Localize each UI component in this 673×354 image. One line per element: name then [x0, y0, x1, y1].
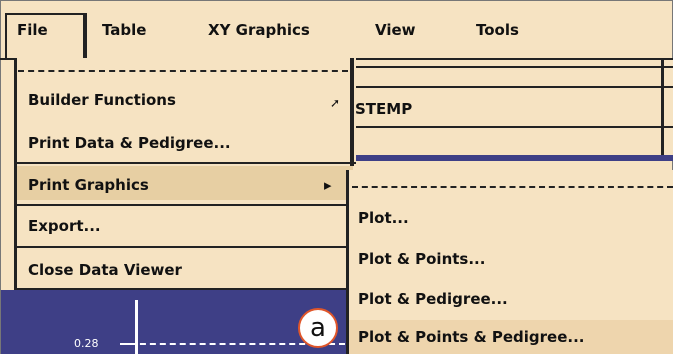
dropdown-shadow — [350, 58, 354, 166]
menu-item-print-data-pedigree[interactable]: Print Data & Pedigree... — [28, 134, 231, 152]
menu-separator — [14, 246, 356, 248]
submenu-item-plot[interactable]: Plot... — [358, 209, 409, 227]
plot-tick-label: 0.28 — [74, 337, 99, 350]
plot-axis-line — [135, 300, 138, 354]
menu-table[interactable]: Table — [102, 19, 146, 41]
tearoff-line[interactable] — [18, 70, 348, 72]
submenu-arrow-icon: ➚ — [330, 96, 341, 110]
submenu-arrow-icon: ▸ — [324, 176, 332, 194]
menu-item-export[interactable]: Export... — [28, 217, 101, 235]
annotation-marker: a — [298, 308, 338, 348]
background-dark-band — [352, 155, 673, 161]
menu-tools[interactable]: Tools — [476, 19, 519, 41]
submenu-item-plot-points[interactable]: Plot & Points... — [358, 250, 485, 268]
background-field-text: STEMP — [355, 100, 413, 118]
submenu-item-plot-pedigree[interactable]: Plot & Pedigree... — [358, 290, 508, 308]
menu-separator — [14, 288, 356, 290]
background-divider — [352, 126, 673, 128]
menu-file[interactable]: File — [5, 13, 87, 59]
menu-separator — [14, 162, 356, 164]
menu-file-label: File — [17, 21, 48, 39]
submenu-item-plot-points-pedigree[interactable]: Plot & Points & Pedigree... — [358, 328, 585, 346]
tearoff-line[interactable] — [352, 186, 673, 188]
menu-item-close-data-viewer[interactable]: Close Data Viewer — [28, 261, 182, 279]
background-divider — [352, 66, 673, 68]
background-border — [661, 60, 664, 155]
background-divider — [352, 86, 673, 88]
menu-item-print-graphics[interactable]: Print Graphics — [28, 176, 149, 194]
menu-bar: File Table XY Graphics View Tools — [1, 1, 672, 59]
menu-xy-graphics[interactable]: XY Graphics — [208, 19, 310, 41]
menu-view[interactable]: View — [375, 19, 416, 41]
menu-separator — [14, 204, 356, 206]
menu-item-builder-functions[interactable]: Builder Functions — [28, 91, 176, 109]
plot-tick — [120, 343, 138, 345]
